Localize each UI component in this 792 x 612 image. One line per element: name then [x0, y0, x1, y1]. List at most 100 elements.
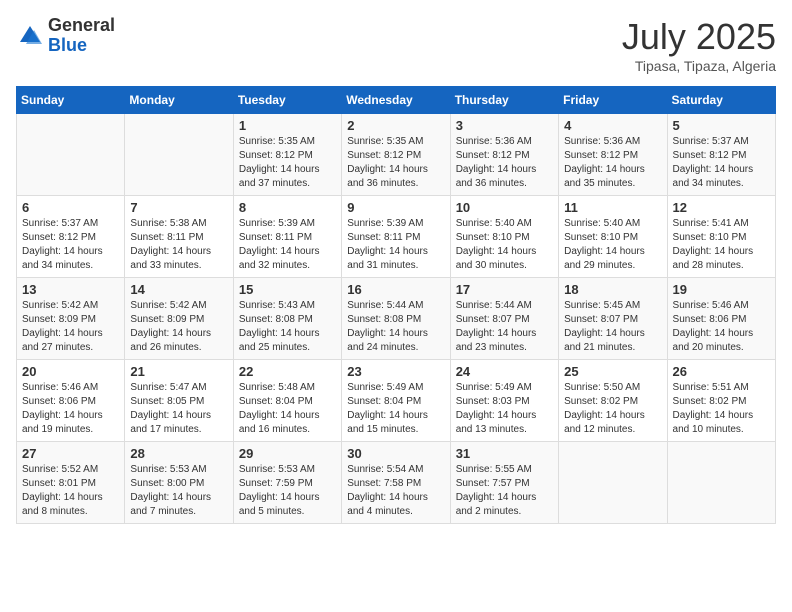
calendar-cell [17, 114, 125, 196]
calendar-cell: 31 Sunrise: 5:55 AM Sunset: 7:57 PM Dayli… [450, 442, 558, 524]
day-info: Sunrise: 5:44 AM Sunset: 8:08 PM Dayligh… [347, 299, 444, 355]
calendar-cell: 11 Sunrise: 5:40 AM Sunset: 8:10 PM Dayli… [559, 196, 667, 278]
day-info: Sunrise: 5:44 AM Sunset: 8:07 PM Dayligh… [456, 299, 553, 355]
logo: General Blue [16, 16, 115, 56]
day-number: 30 [347, 446, 444, 461]
calendar-cell: 24 Sunrise: 5:49 AM Sunset: 8:03 PM Dayli… [450, 360, 558, 442]
day-number: 29 [239, 446, 336, 461]
weekday-header: Monday [125, 87, 233, 114]
calendar-cell: 7Sunrise: 5:38 AM Sunset: 8:11 PM Daylig… [125, 196, 233, 278]
day-number: 16 [347, 282, 444, 297]
calendar-cell: 8 Sunrise: 5:39 AM Sunset: 8:11 PM Daylig… [233, 196, 341, 278]
day-info: Sunrise: 5:43 AM Sunset: 8:08 PM Dayligh… [239, 299, 336, 355]
calendar-cell: 21 Sunrise: 5:47 AM Sunset: 8:05 PM Dayli… [125, 360, 233, 442]
calendar-week-row: 27 Sunrise: 5:52 AM Sunset: 8:01 PM Dayli… [17, 442, 776, 524]
calendar-cell: 29Sunrise: 5:53 AM Sunset: 7:59 PM Dayli… [233, 442, 341, 524]
calendar-cell: 2Sunrise: 5:35 AM Sunset: 8:12 PM Daylig… [342, 114, 450, 196]
calendar-cell: 5 Sunrise: 5:37 AM Sunset: 8:12 PM Daylig… [667, 114, 775, 196]
weekday-header: Tuesday [233, 87, 341, 114]
day-number: 8 [239, 200, 336, 215]
calendar-cell [559, 442, 667, 524]
calendar-cell: 23Sunrise: 5:49 AM Sunset: 8:04 PM Dayli… [342, 360, 450, 442]
day-info: Sunrise: 5:51 AM Sunset: 8:02 PM Dayligh… [673, 381, 770, 437]
day-info: Sunrise: 5:52 AM Sunset: 8:01 PM Dayligh… [22, 463, 119, 519]
weekday-header: Thursday [450, 87, 558, 114]
calendar-week-row: 20Sunrise: 5:46 AM Sunset: 8:06 PM Dayli… [17, 360, 776, 442]
calendar-cell: 13 Sunrise: 5:42 AM Sunset: 8:09 PM Dayli… [17, 278, 125, 360]
calendar-cell: 20Sunrise: 5:46 AM Sunset: 8:06 PM Dayli… [17, 360, 125, 442]
calendar-cell: 4 Sunrise: 5:36 AM Sunset: 8:12 PM Daylig… [559, 114, 667, 196]
day-number: 13 [22, 282, 119, 297]
calendar-week-row: 13 Sunrise: 5:42 AM Sunset: 8:09 PM Dayli… [17, 278, 776, 360]
calendar-cell: 15Sunrise: 5:43 AM Sunset: 8:08 PM Dayli… [233, 278, 341, 360]
day-number: 21 [130, 364, 227, 379]
day-number: 19 [673, 282, 770, 297]
calendar-cell [125, 114, 233, 196]
day-number: 25 [564, 364, 661, 379]
calendar-cell: 19 Sunrise: 5:46 AM Sunset: 8:06 PM Dayli… [667, 278, 775, 360]
day-info: Sunrise: 5:39 AM Sunset: 8:11 PM Dayligh… [239, 217, 336, 273]
day-number: 23 [347, 364, 444, 379]
month-title: July 2025 [622, 16, 776, 58]
calendar-cell: 18 Sunrise: 5:45 AM Sunset: 8:07 PM Dayli… [559, 278, 667, 360]
weekday-header: Saturday [667, 87, 775, 114]
page-header: General Blue July 2025 Tipasa, Tipaza, A… [16, 16, 776, 74]
calendar-table: SundayMondayTuesdayWednesdayThursdayFrid… [16, 86, 776, 524]
day-info: Sunrise: 5:36 AM Sunset: 8:12 PM Dayligh… [456, 135, 553, 191]
day-info: Sunrise: 5:42 AM Sunset: 8:09 PM Dayligh… [130, 299, 227, 355]
day-info: Sunrise: 5:39 AM Sunset: 8:11 PM Dayligh… [347, 217, 444, 273]
day-info: Sunrise: 5:37 AM Sunset: 8:12 PM Dayligh… [673, 135, 770, 191]
day-info: Sunrise: 5:49 AM Sunset: 8:03 PM Dayligh… [456, 381, 553, 437]
day-number: 26 [673, 364, 770, 379]
day-number: 5 [673, 118, 770, 133]
day-number: 24 [456, 364, 553, 379]
day-number: 11 [564, 200, 661, 215]
calendar-week-row: 1Sunrise: 5:35 AM Sunset: 8:12 PM Daylig… [17, 114, 776, 196]
day-number: 6 [22, 200, 119, 215]
day-info: Sunrise: 5:47 AM Sunset: 8:05 PM Dayligh… [130, 381, 227, 437]
day-info: Sunrise: 5:53 AM Sunset: 8:00 PM Dayligh… [130, 463, 227, 519]
calendar-cell: 14Sunrise: 5:42 AM Sunset: 8:09 PM Dayli… [125, 278, 233, 360]
day-info: Sunrise: 5:40 AM Sunset: 8:10 PM Dayligh… [456, 217, 553, 273]
calendar-cell: 6 Sunrise: 5:37 AM Sunset: 8:12 PM Daylig… [17, 196, 125, 278]
day-info: Sunrise: 5:37 AM Sunset: 8:12 PM Dayligh… [22, 217, 119, 273]
day-info: Sunrise: 5:46 AM Sunset: 8:06 PM Dayligh… [22, 381, 119, 437]
weekday-header-row: SundayMondayTuesdayWednesdayThursdayFrid… [17, 87, 776, 114]
calendar-cell: 28Sunrise: 5:53 AM Sunset: 8:00 PM Dayli… [125, 442, 233, 524]
calendar-cell: 12Sunrise: 5:41 AM Sunset: 8:10 PM Dayli… [667, 196, 775, 278]
calendar-cell: 26 Sunrise: 5:51 AM Sunset: 8:02 PM Dayli… [667, 360, 775, 442]
calendar-cell: 22Sunrise: 5:48 AM Sunset: 8:04 PM Dayli… [233, 360, 341, 442]
day-info: Sunrise: 5:42 AM Sunset: 8:09 PM Dayligh… [22, 299, 119, 355]
weekday-header: Friday [559, 87, 667, 114]
day-number: 3 [456, 118, 553, 133]
day-number: 17 [456, 282, 553, 297]
calendar-cell: 16 Sunrise: 5:44 AM Sunset: 8:08 PM Dayli… [342, 278, 450, 360]
day-info: Sunrise: 5:48 AM Sunset: 8:04 PM Dayligh… [239, 381, 336, 437]
calendar-cell: 3 Sunrise: 5:36 AM Sunset: 8:12 PM Daylig… [450, 114, 558, 196]
day-number: 7 [130, 200, 227, 215]
day-number: 31 [456, 446, 553, 461]
calendar-cell: 10 Sunrise: 5:40 AM Sunset: 8:10 PM Dayli… [450, 196, 558, 278]
day-number: 4 [564, 118, 661, 133]
day-number: 2 [347, 118, 444, 133]
day-number: 27 [22, 446, 119, 461]
day-info: Sunrise: 5:55 AM Sunset: 7:57 PM Dayligh… [456, 463, 553, 519]
day-info: Sunrise: 5:35 AM Sunset: 8:12 PM Dayligh… [239, 135, 336, 191]
location-subtitle: Tipasa, Tipaza, Algeria [622, 58, 776, 74]
day-info: Sunrise: 5:45 AM Sunset: 8:07 PM Dayligh… [564, 299, 661, 355]
day-number: 10 [456, 200, 553, 215]
day-info: Sunrise: 5:46 AM Sunset: 8:06 PM Dayligh… [673, 299, 770, 355]
day-info: Sunrise: 5:36 AM Sunset: 8:12 PM Dayligh… [564, 135, 661, 191]
weekday-header: Sunday [17, 87, 125, 114]
weekday-header: Wednesday [342, 87, 450, 114]
day-info: Sunrise: 5:40 AM Sunset: 8:10 PM Dayligh… [564, 217, 661, 273]
day-info: Sunrise: 5:41 AM Sunset: 8:10 PM Dayligh… [673, 217, 770, 273]
calendar-cell: 25 Sunrise: 5:50 AM Sunset: 8:02 PM Dayli… [559, 360, 667, 442]
day-number: 9 [347, 200, 444, 215]
calendar-cell: 1Sunrise: 5:35 AM Sunset: 8:12 PM Daylig… [233, 114, 341, 196]
logo-icon [16, 22, 44, 50]
day-number: 18 [564, 282, 661, 297]
calendar-week-row: 6 Sunrise: 5:37 AM Sunset: 8:12 PM Daylig… [17, 196, 776, 278]
day-info: Sunrise: 5:50 AM Sunset: 8:02 PM Dayligh… [564, 381, 661, 437]
calendar-cell: 30Sunrise: 5:54 AM Sunset: 7:58 PM Dayli… [342, 442, 450, 524]
